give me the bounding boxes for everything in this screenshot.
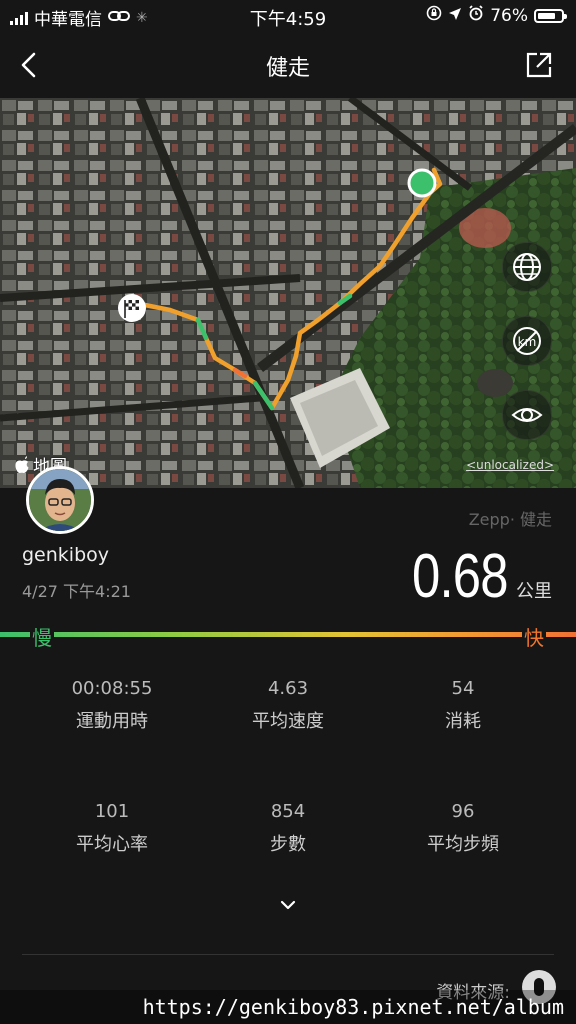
distance-unit: 公里 xyxy=(516,581,552,602)
visibility-button[interactable] xyxy=(502,390,552,440)
apple-logo-icon xyxy=(15,455,29,473)
legal-link[interactable]: <unlocalized> xyxy=(466,458,554,472)
distance-display: 0.68 公里 xyxy=(391,546,552,608)
no-km-icon: km xyxy=(513,327,541,355)
stat-value: 101 xyxy=(94,801,130,822)
satellite-map xyxy=(0,98,576,488)
share-button[interactable] xyxy=(524,50,554,80)
battery-percent: 76% xyxy=(490,5,528,26)
eye-icon xyxy=(511,408,543,422)
stat-calories: 54 消耗 xyxy=(373,678,553,733)
status-bar: 中華電信 ✳ 下午4:59 76% xyxy=(0,0,576,32)
nav-bar: 健走 xyxy=(0,32,576,98)
page-title: 健走 xyxy=(265,56,310,81)
route-map[interactable]: km 地圖 <unlocalized> xyxy=(0,98,576,488)
rotation-lock-icon xyxy=(426,5,442,26)
stat-value: 00:08:55 xyxy=(71,678,153,699)
stat-value: 4.63 xyxy=(267,678,309,699)
km-markers-toggle[interactable]: km xyxy=(502,316,552,366)
globe-icon xyxy=(513,253,541,281)
stat-label: 消耗 xyxy=(445,711,481,732)
alarm-icon xyxy=(468,5,484,26)
finish-flag-icon xyxy=(118,294,146,322)
stat-value: 96 xyxy=(451,801,475,822)
stat-label: 步數 xyxy=(270,834,306,855)
watermark: https://genkiboy83.pixnet.net/album xyxy=(0,990,576,1024)
stat-label: 運動用時 xyxy=(76,711,148,732)
slow-label: 慢 xyxy=(30,622,54,651)
start-marker xyxy=(407,168,437,198)
location-icon xyxy=(448,6,462,26)
stat-value: 54 xyxy=(451,678,475,699)
stat-avg-speed: 4.63 平均速度 xyxy=(198,678,378,733)
stat-avg-heart-rate: 101 平均心率 xyxy=(22,801,202,856)
username: genkiboy xyxy=(22,544,110,566)
avatar[interactable] xyxy=(26,466,94,534)
activity-date: 4/27 下午4:21 xyxy=(22,582,131,601)
user-photo xyxy=(29,469,91,531)
stat-label: 平均速度 xyxy=(252,711,324,732)
stat-steps: 854 步數 xyxy=(198,801,378,856)
fast-label: 快 xyxy=(522,622,546,651)
stat-avg-cadence: 96 平均步頻 xyxy=(373,801,553,856)
stat-duration: 00:08:55 運動用時 xyxy=(22,678,202,733)
chevron-down-icon xyxy=(280,900,296,910)
stat-label: 平均步頻 xyxy=(427,834,499,855)
stat-value: 854 xyxy=(270,801,306,822)
battery-icon xyxy=(534,8,567,23)
distance-value: 0.68 xyxy=(412,542,508,611)
stat-label: 平均心率 xyxy=(76,834,148,855)
expand-button[interactable] xyxy=(276,896,300,914)
share-icon xyxy=(526,52,552,78)
activity-source: Zepp· 健走 xyxy=(468,510,552,529)
divider xyxy=(22,954,554,955)
speed-gradient-bar xyxy=(0,632,576,637)
globe-button[interactable] xyxy=(502,242,552,292)
